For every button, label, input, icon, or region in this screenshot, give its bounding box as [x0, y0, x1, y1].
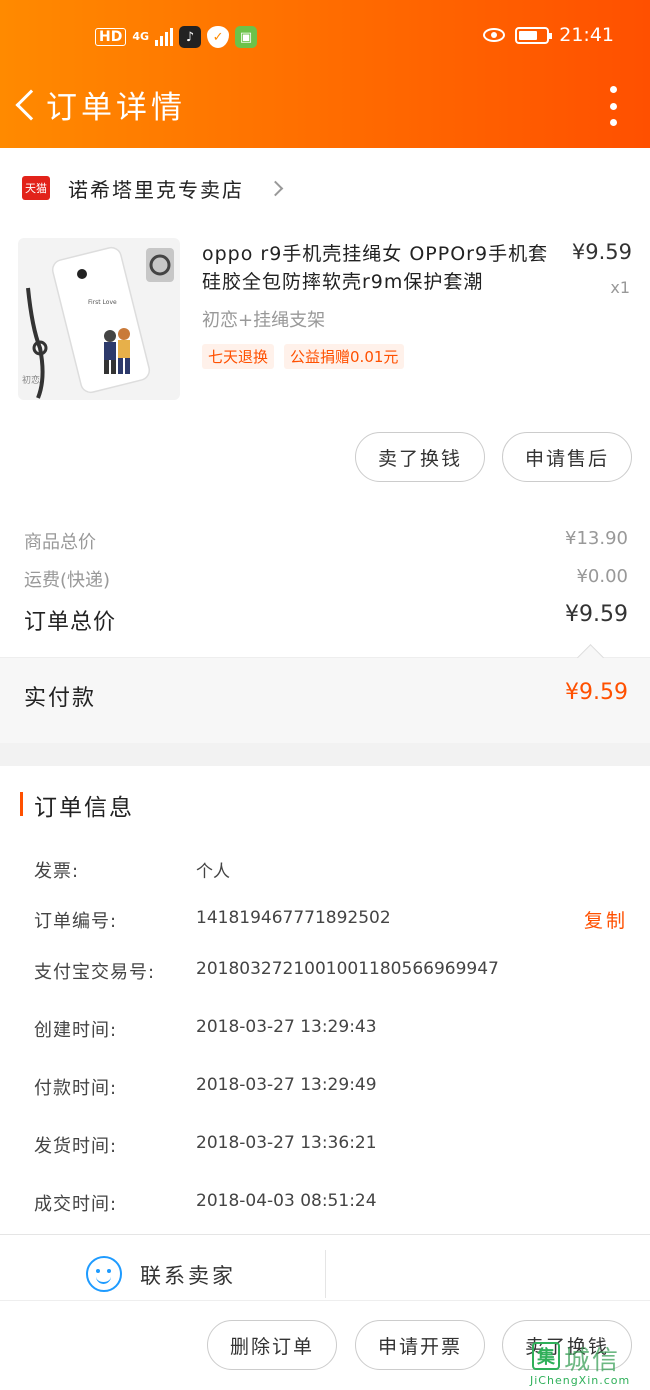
- paid-value: ¥9.59: [565, 680, 628, 705]
- shipped-time-value: 2018-03-27 13:36:21: [196, 1133, 377, 1153]
- shipped-time-label: 发货时间:: [34, 1136, 118, 1157]
- tag-seven-day-return: 七天退换: [202, 344, 275, 369]
- product-sku: 初恋+挂绳支架: [202, 310, 326, 331]
- thumbnail-label: 初恋: [22, 376, 41, 386]
- invoice-value: 个人: [196, 862, 230, 882]
- shop-name: 诺希塔里克专卖店: [68, 177, 244, 202]
- tag-charity: 公益捐赠0.01元: [284, 344, 405, 369]
- alipay-number-value: 2018032721001001180566969947: [196, 959, 499, 979]
- chat-smile-icon[interactable]: [86, 1256, 122, 1292]
- after-sale-button[interactable]: 申请售后: [502, 432, 632, 482]
- eye-comfort-icon: [483, 28, 506, 42]
- qu-app-icon: ▣: [235, 26, 258, 48]
- clock: 21:41: [559, 24, 614, 46]
- dot-icon: [609, 86, 617, 93]
- copy-order-number-button[interactable]: 复制: [584, 906, 628, 933]
- shield-icon: ✓: [207, 26, 230, 48]
- watermark-logo: 集 城信 JiChengXin.com: [526, 1340, 646, 1388]
- hd-indicator: HD: [95, 28, 127, 46]
- product-title[interactable]: oppo r9手机壳挂绳女 OPPOr9手机套硅胶全包防摔软壳r9m保护套潮: [202, 240, 552, 296]
- paid-time-label: 付款时间:: [34, 1078, 118, 1099]
- paid-label: 实付款: [24, 686, 97, 711]
- invoice-label: 发票:: [34, 861, 80, 882]
- vertical-divider: [325, 1250, 326, 1298]
- status-left: HD 4G ♪ ✓ ▣: [95, 26, 258, 48]
- more-menu-button[interactable]: [606, 86, 620, 126]
- watermark-mark: 集: [532, 1342, 560, 1370]
- goods-total-value: ¥13.90: [565, 528, 628, 549]
- order-number-value: 141819467771892502: [196, 908, 391, 928]
- svg-text:First Love: First Love: [88, 299, 117, 306]
- paid-amount-box: [0, 657, 650, 743]
- service-tags: 七天退换 公益捐赠0.01元: [202, 344, 405, 369]
- product-price: ¥9.59: [571, 240, 632, 264]
- alipay-number-label: 支付宝交易号:: [34, 962, 156, 983]
- product-thumbnail[interactable]: First Love 初恋: [18, 238, 180, 400]
- dot-icon: [609, 102, 617, 110]
- status-right: 21:41: [483, 24, 614, 46]
- signal-icon: [155, 28, 174, 46]
- chevron-left-icon: [15, 89, 47, 121]
- request-invoice-button[interactable]: 申请开票: [355, 1320, 485, 1370]
- order-total-value: ¥9.59: [565, 602, 628, 627]
- completed-time-label: 成交时间:: [34, 1194, 118, 1215]
- contact-seller-label[interactable]: 联系卖家: [140, 1260, 236, 1290]
- created-time-label: 创建时间:: [34, 1020, 118, 1041]
- shipping-value: ¥0.00: [576, 566, 628, 587]
- network-type: 4G: [132, 30, 150, 43]
- sell-button[interactable]: 卖了换钱: [355, 432, 485, 482]
- phone-case-image: First Love: [26, 246, 174, 399]
- goods-total-label: 商品总价: [24, 532, 96, 553]
- completed-time-value: 2018-04-03 08:51:24: [196, 1191, 377, 1211]
- shipping-label: 运费(快递): [24, 570, 111, 591]
- tmall-icon: 天猫: [22, 176, 50, 200]
- tiktok-icon: ♪: [179, 26, 202, 48]
- order-total-label: 订单总价: [24, 610, 117, 635]
- chevron-right-icon: [267, 180, 284, 196]
- watermark-url: JiChengXin.com: [530, 1374, 631, 1387]
- created-time-value: 2018-03-27 13:29:43: [196, 1017, 377, 1037]
- order-info-title: 订单信息: [34, 795, 134, 821]
- order-info-card: [0, 766, 650, 1234]
- shop-link[interactable]: 天猫 诺希塔里克专卖店: [22, 172, 284, 204]
- section-accent: [20, 792, 23, 816]
- dot-icon: [609, 119, 617, 126]
- status-bar: HD 4G ♪ ✓ ▣ 21:41: [0, 20, 650, 56]
- back-button[interactable]: [8, 80, 47, 130]
- product-quantity: x1: [610, 278, 630, 297]
- page-title: 订单详情: [46, 90, 186, 126]
- delete-order-button[interactable]: 删除订单: [207, 1320, 337, 1370]
- battery-icon: [515, 26, 553, 44]
- watermark-text: 城信: [564, 1346, 621, 1376]
- paid-time-value: 2018-03-27 13:29:49: [196, 1075, 377, 1095]
- order-number-label: 订单编号:: [34, 911, 118, 932]
